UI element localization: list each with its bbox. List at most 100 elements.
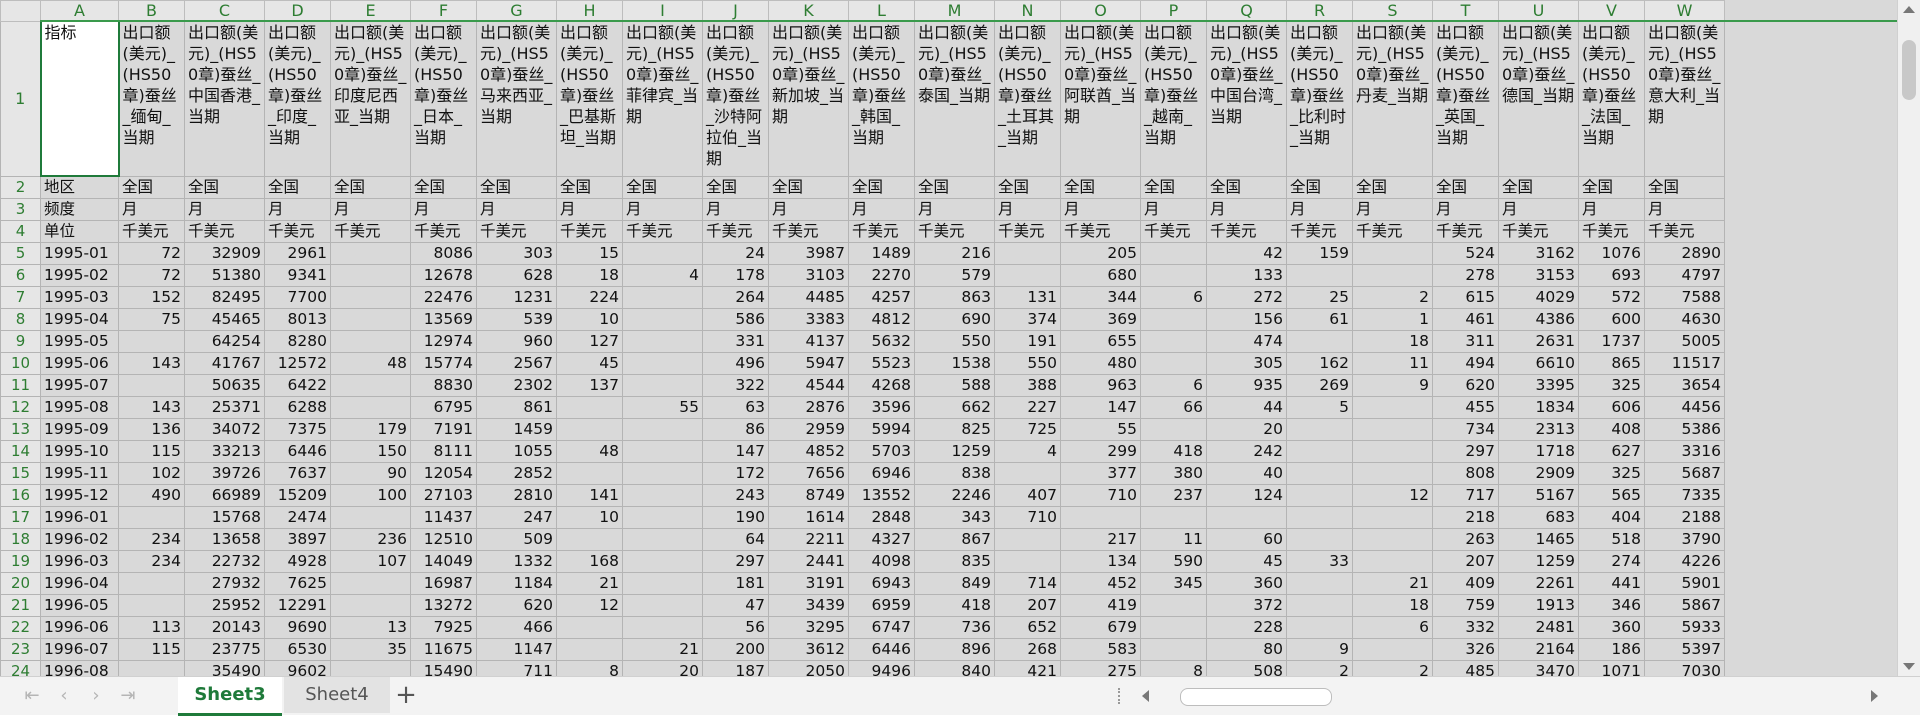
cell[interactable]: [1206, 506, 1287, 529]
cell[interactable]: [118, 572, 185, 595]
cell[interactable]: 344: [1060, 286, 1141, 309]
column-header[interactable]: D: [264, 0, 331, 22]
cell[interactable]: 156: [1206, 308, 1287, 331]
cell[interactable]: 1995-09: [40, 418, 119, 441]
cell[interactable]: 102: [118, 462, 185, 485]
cell[interactable]: 652: [994, 616, 1061, 639]
cell[interactable]: 1259: [1498, 550, 1579, 573]
cell[interactable]: 22732: [184, 550, 265, 573]
cell[interactable]: 千美元: [702, 220, 769, 243]
cell[interactable]: 月: [702, 198, 769, 221]
row-header[interactable]: 23: [0, 638, 41, 661]
cell[interactable]: 216: [914, 242, 995, 265]
cell[interactable]: 1995-08: [40, 396, 119, 419]
cell[interactable]: [330, 660, 411, 676]
cell[interactable]: [1286, 506, 1353, 529]
cell[interactable]: 124: [1206, 484, 1287, 507]
cell[interactable]: 27932: [184, 572, 265, 595]
cell[interactable]: 出口额(美元)_(HS50章)蚕丝_韩国_当期: [848, 20, 915, 177]
cell[interactable]: 224: [556, 286, 623, 309]
cell[interactable]: 1718: [1498, 440, 1579, 463]
cell[interactable]: 6422: [264, 374, 331, 397]
cell[interactable]: [556, 462, 623, 485]
column-header[interactable]: T: [1432, 0, 1499, 22]
cell[interactable]: [1140, 352, 1207, 375]
cell[interactable]: 2188: [1644, 506, 1725, 529]
cell[interactable]: 1538: [914, 352, 995, 375]
cell[interactable]: 1995-12: [40, 484, 119, 507]
cell[interactable]: 461: [1432, 308, 1499, 331]
cell[interactable]: 963: [1060, 374, 1141, 397]
cell[interactable]: 227: [994, 396, 1061, 419]
cell[interactable]: 8086: [410, 242, 477, 265]
cell[interactable]: 2261: [1498, 572, 1579, 595]
cell[interactable]: [330, 242, 411, 265]
cell[interactable]: 出口额(美元)_(HS50章)蚕丝_比利时_当期: [1286, 20, 1353, 177]
cell[interactable]: 72: [118, 264, 185, 287]
cell[interactable]: [118, 594, 185, 617]
cell[interactable]: 867: [914, 528, 995, 551]
cell[interactable]: 8749: [768, 484, 849, 507]
cell[interactable]: 3897: [264, 528, 331, 551]
cell[interactable]: 6795: [410, 396, 477, 419]
row-header[interactable]: 4: [0, 220, 41, 243]
cell[interactable]: 出口额(美元)_(HS50章)蚕丝_沙特阿拉伯_当期: [702, 20, 769, 177]
cell[interactable]: [1286, 616, 1353, 639]
cell[interactable]: [1286, 462, 1353, 485]
cell[interactable]: 518: [1578, 528, 1645, 551]
cell[interactable]: 627: [1578, 440, 1645, 463]
cell[interactable]: [622, 484, 703, 507]
cell[interactable]: 2474: [264, 506, 331, 529]
cell[interactable]: 11517: [1644, 352, 1725, 375]
cell[interactable]: 10: [556, 308, 623, 331]
cell[interactable]: 56: [702, 616, 769, 639]
cell[interactable]: 全国: [994, 175, 1061, 199]
cell[interactable]: 113: [118, 616, 185, 639]
cell[interactable]: 千美元: [1140, 220, 1207, 243]
cell[interactable]: 1996-01: [40, 506, 119, 529]
cell[interactable]: 305: [1206, 352, 1287, 375]
cell[interactable]: 218: [1432, 506, 1499, 529]
cell[interactable]: 12678: [410, 264, 477, 287]
cell[interactable]: 月: [1498, 198, 1579, 221]
column-header[interactable]: R: [1286, 0, 1353, 22]
column-header[interactable]: E: [330, 0, 411, 22]
cell[interactable]: 5901: [1644, 572, 1725, 595]
row-header[interactable]: 3: [0, 198, 41, 221]
cell[interactable]: 月: [330, 198, 411, 221]
cell[interactable]: 274: [1578, 550, 1645, 573]
cell[interactable]: 268: [994, 638, 1061, 661]
cell[interactable]: [556, 616, 623, 639]
cell[interactable]: 228: [1206, 616, 1287, 639]
cell[interactable]: 5703: [848, 440, 915, 463]
cell[interactable]: 14049: [410, 550, 477, 573]
cell[interactable]: 月: [410, 198, 477, 221]
cell[interactable]: 月: [1140, 198, 1207, 221]
cell[interactable]: 7588: [1644, 286, 1725, 309]
cell[interactable]: 935: [1206, 374, 1287, 397]
row-header[interactable]: 21: [0, 594, 41, 617]
cell[interactable]: 64254: [184, 330, 265, 353]
cell[interactable]: 1996-08: [40, 660, 119, 676]
cell[interactable]: 24: [702, 242, 769, 265]
cell[interactable]: 出口额(美元)_(HS50章)蚕丝_丹麦_当期: [1352, 20, 1433, 177]
cell[interactable]: 6610: [1498, 352, 1579, 375]
cell[interactable]: [1352, 396, 1433, 419]
cell[interactable]: 5386: [1644, 418, 1725, 441]
cell[interactable]: 480: [1060, 352, 1141, 375]
cell[interactable]: 6530: [264, 638, 331, 661]
cell[interactable]: 12572: [264, 352, 331, 375]
cell[interactable]: [1140, 242, 1207, 265]
cell[interactable]: 地区: [40, 175, 119, 199]
cell[interactable]: [1286, 528, 1353, 551]
cell[interactable]: 1737: [1578, 330, 1645, 353]
column-header[interactable]: I: [622, 0, 703, 22]
cell[interactable]: [1286, 594, 1353, 617]
cell[interactable]: 4456: [1644, 396, 1725, 419]
cell[interactable]: 141: [556, 484, 623, 507]
cell[interactable]: 出口额(美元)_(HS50章)蚕丝_菲律宾_当期: [622, 20, 703, 177]
cell[interactable]: [994, 242, 1061, 265]
cell[interactable]: [1352, 528, 1433, 551]
cell[interactable]: 33: [1286, 550, 1353, 573]
cell[interactable]: 出口额(美元)_(HS50章)蚕丝_印度尼西亚_当期: [330, 20, 411, 177]
